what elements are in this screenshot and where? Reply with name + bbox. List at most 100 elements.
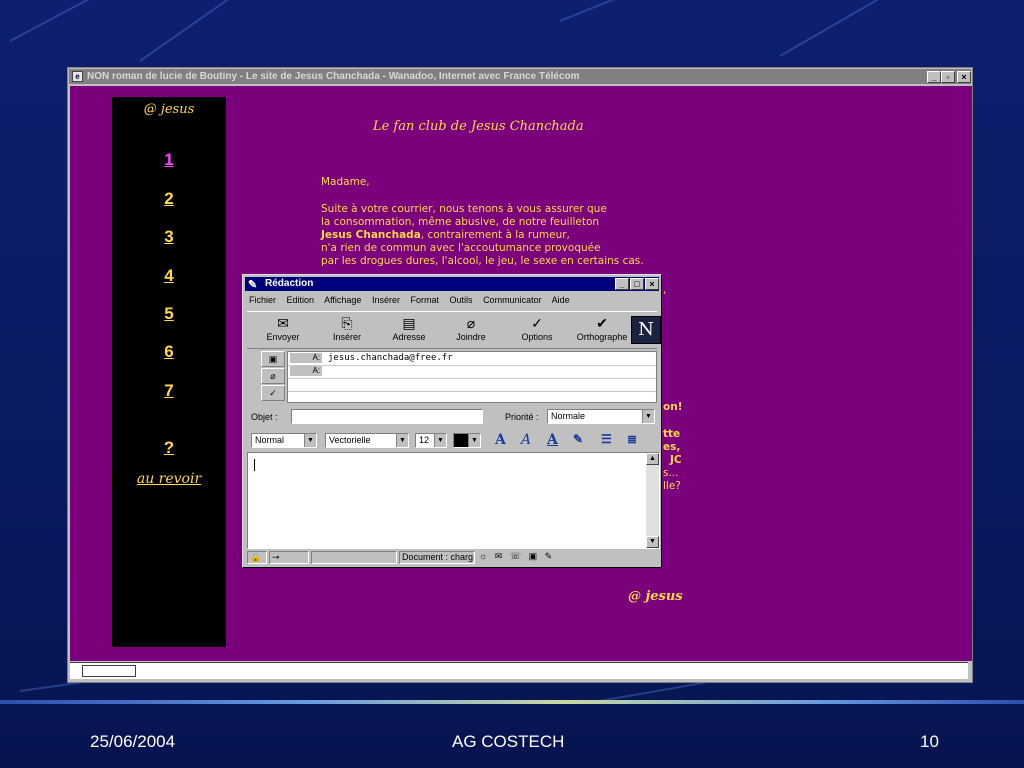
underline-icon[interactable]: A (547, 432, 558, 448)
menu-communicator[interactable]: Communicator (483, 295, 542, 305)
priority-value: Normale (551, 411, 586, 421)
close-button[interactable]: × (957, 71, 971, 83)
chevron-down-icon: ▼ (396, 434, 408, 447)
browser-statusbar (70, 662, 968, 679)
paperclip-icon: ⌀ (466, 315, 476, 331)
recipient-type[interactable]: A: (290, 366, 322, 376)
spellcheck-icon: ✔ (596, 315, 608, 331)
text-fragment: , (663, 284, 667, 296)
composer-icon[interactable]: ▣ (529, 551, 538, 561)
text-cursor (254, 459, 255, 471)
restore-button[interactable]: ▫ (941, 71, 955, 83)
nav-link-7[interactable]: 7 (112, 381, 226, 401)
priority-label: Priorité : (505, 412, 539, 422)
nav-link-4[interactable]: 4 (112, 266, 226, 286)
attachment-tab-icon[interactable]: ⌀ (261, 368, 285, 384)
menu-affichage[interactable]: Affichage (324, 295, 361, 305)
scroll-up-icon[interactable]: ▲ (646, 453, 659, 465)
scroll-down-icon[interactable]: ▼ (646, 536, 659, 548)
remove-formatting-icon[interactable]: ✎ (573, 432, 583, 446)
minimize-button[interactable]: _ (927, 71, 941, 83)
address-label: Adresse (392, 332, 426, 342)
nav-link-3[interactable]: 3 (112, 227, 226, 247)
compose-close-button[interactable]: × (645, 278, 659, 290)
menu-fichier[interactable]: Fichier (249, 295, 276, 305)
recipient-row[interactable]: A: jesus.chanchada@free.fr (288, 352, 656, 366)
text-color-select[interactable]: ▼ (453, 433, 481, 448)
page-heading: Le fan club de Jesus Chanchada (373, 119, 584, 134)
recipient-row[interactable]: A: (288, 365, 656, 379)
menu-edition[interactable]: Edition (287, 295, 315, 305)
text-fragment: JC (670, 454, 682, 466)
spelling-button[interactable]: ✔ Orthographe (571, 314, 633, 342)
letter-line-5: par les drogues dures, l'alcool, le jeu,… (321, 255, 644, 267)
menu-outils[interactable]: Outils (450, 295, 473, 305)
nav-link-5[interactable]: 5 (112, 304, 226, 324)
insert-icon: ⎘ (341, 315, 353, 331)
letter-line-3-rest: , contrairement à la rumeur, (420, 229, 570, 241)
italic-icon[interactable]: A (521, 432, 531, 448)
mail-icon[interactable]: ✉ (495, 551, 503, 561)
attach-button[interactable]: ⌀ Joindre (443, 314, 499, 342)
edit-icon[interactable]: ✎ (545, 551, 553, 561)
discussion-icon[interactable]: ☏ (510, 551, 521, 561)
address-button[interactable]: ▤ Adresse (381, 314, 437, 342)
text-fragment: tte (663, 428, 681, 440)
compose-minimize-button[interactable]: _ (615, 278, 629, 290)
component-bar: ☼ ✉ ☏ ▣ ✎ (477, 551, 657, 564)
paragraph-style-select[interactable]: Normal ▼ (251, 433, 317, 448)
security-icon[interactable]: 🔒 (247, 551, 267, 564)
nav-link-6[interactable]: 6 (112, 342, 226, 362)
address-tabs: ▣ ⌀ ✓ (261, 351, 285, 403)
font-larger-icon[interactable]: A (495, 432, 506, 448)
recipient-row[interactable] (288, 378, 656, 392)
subject-label: Objet : (251, 412, 278, 422)
menu-aide[interactable]: Aide (552, 295, 570, 305)
letter-title-bold: Jesus Chanchada (321, 229, 421, 241)
font-value: Vectorielle (329, 435, 371, 445)
netscape-logo: N (631, 316, 661, 344)
chevron-down-icon: ▼ (304, 434, 316, 447)
recipient-value[interactable]: jesus.chanchada@free.fr (328, 352, 453, 365)
font-size-value: 12 (419, 435, 430, 445)
letter-line-3: Jesus Chanchada, contrairement à la rume… (321, 229, 570, 241)
subject-input[interactable] (291, 409, 483, 424)
sidebar-nav: @ jesus 1 2 3 4 5 6 7 ? au revoir (112, 97, 226, 647)
letter-line-2: la consommation, même abusive, de notre … (321, 216, 600, 228)
nav-link-2[interactable]: 2 (112, 189, 226, 209)
recipient-type[interactable]: A: (290, 353, 322, 363)
send-button[interactable]: ✉ Envoyer (255, 314, 311, 342)
menu-format[interactable]: Format (411, 295, 440, 305)
body-scrollbar[interactable]: ▲ ▼ (646, 453, 659, 548)
navigator-icon[interactable]: ☼ (479, 551, 487, 561)
send-label: Envoyer (266, 332, 300, 342)
send-icon: ✉ (277, 315, 289, 331)
status-text: Document : charg (399, 551, 475, 564)
font-size-select[interactable]: 12 ▼ (415, 433, 447, 448)
letter-line-4: n'a rien de commun avec l'accoutumance p… (321, 242, 601, 254)
priority-select[interactable]: Normale ▼ (547, 409, 655, 424)
chevron-down-icon: ▼ (434, 434, 446, 447)
browser-title: NON roman de lucie de Boutiny - Le site … (87, 71, 580, 82)
bullet-list-icon[interactable]: ☰ (601, 432, 612, 446)
address-tab-icon[interactable]: ▣ (261, 351, 285, 367)
nav-link-goodbye[interactable]: au revoir (112, 471, 226, 487)
nav-link-1[interactable]: 1 (112, 150, 226, 170)
menu-inserer[interactable]: Insérer (372, 295, 400, 305)
compose-window-icon: ✎ (248, 279, 258, 291)
compose-toolbar: ✉ Envoyer ⎘ Insérer ▤ Adresse ⌀ Joindre ✓ Opt… (247, 311, 661, 349)
spelling-label: Orthographe (576, 332, 628, 342)
insert-button[interactable]: ⎘ Insérer (319, 314, 375, 342)
message-body[interactable]: ▲ ▼ (247, 452, 660, 549)
browser-titlebar: e NON roman de lucie de Boutiny - Le sit… (69, 69, 971, 84)
options-button[interactable]: ✓ Options (509, 314, 565, 342)
status-indicator (82, 665, 136, 677)
options-icon: ✓ (531, 315, 543, 331)
font-select[interactable]: Vectorielle ▼ (325, 433, 409, 448)
options-tab-icon[interactable]: ✓ (261, 385, 285, 401)
nav-link-help[interactable]: ? (112, 438, 226, 458)
nav-title: @ jesus (143, 102, 195, 117)
numbered-list-icon[interactable]: ≣ (627, 432, 637, 446)
footer-divider (0, 700, 1024, 704)
compose-maximize-button[interactable]: □ (630, 278, 644, 290)
